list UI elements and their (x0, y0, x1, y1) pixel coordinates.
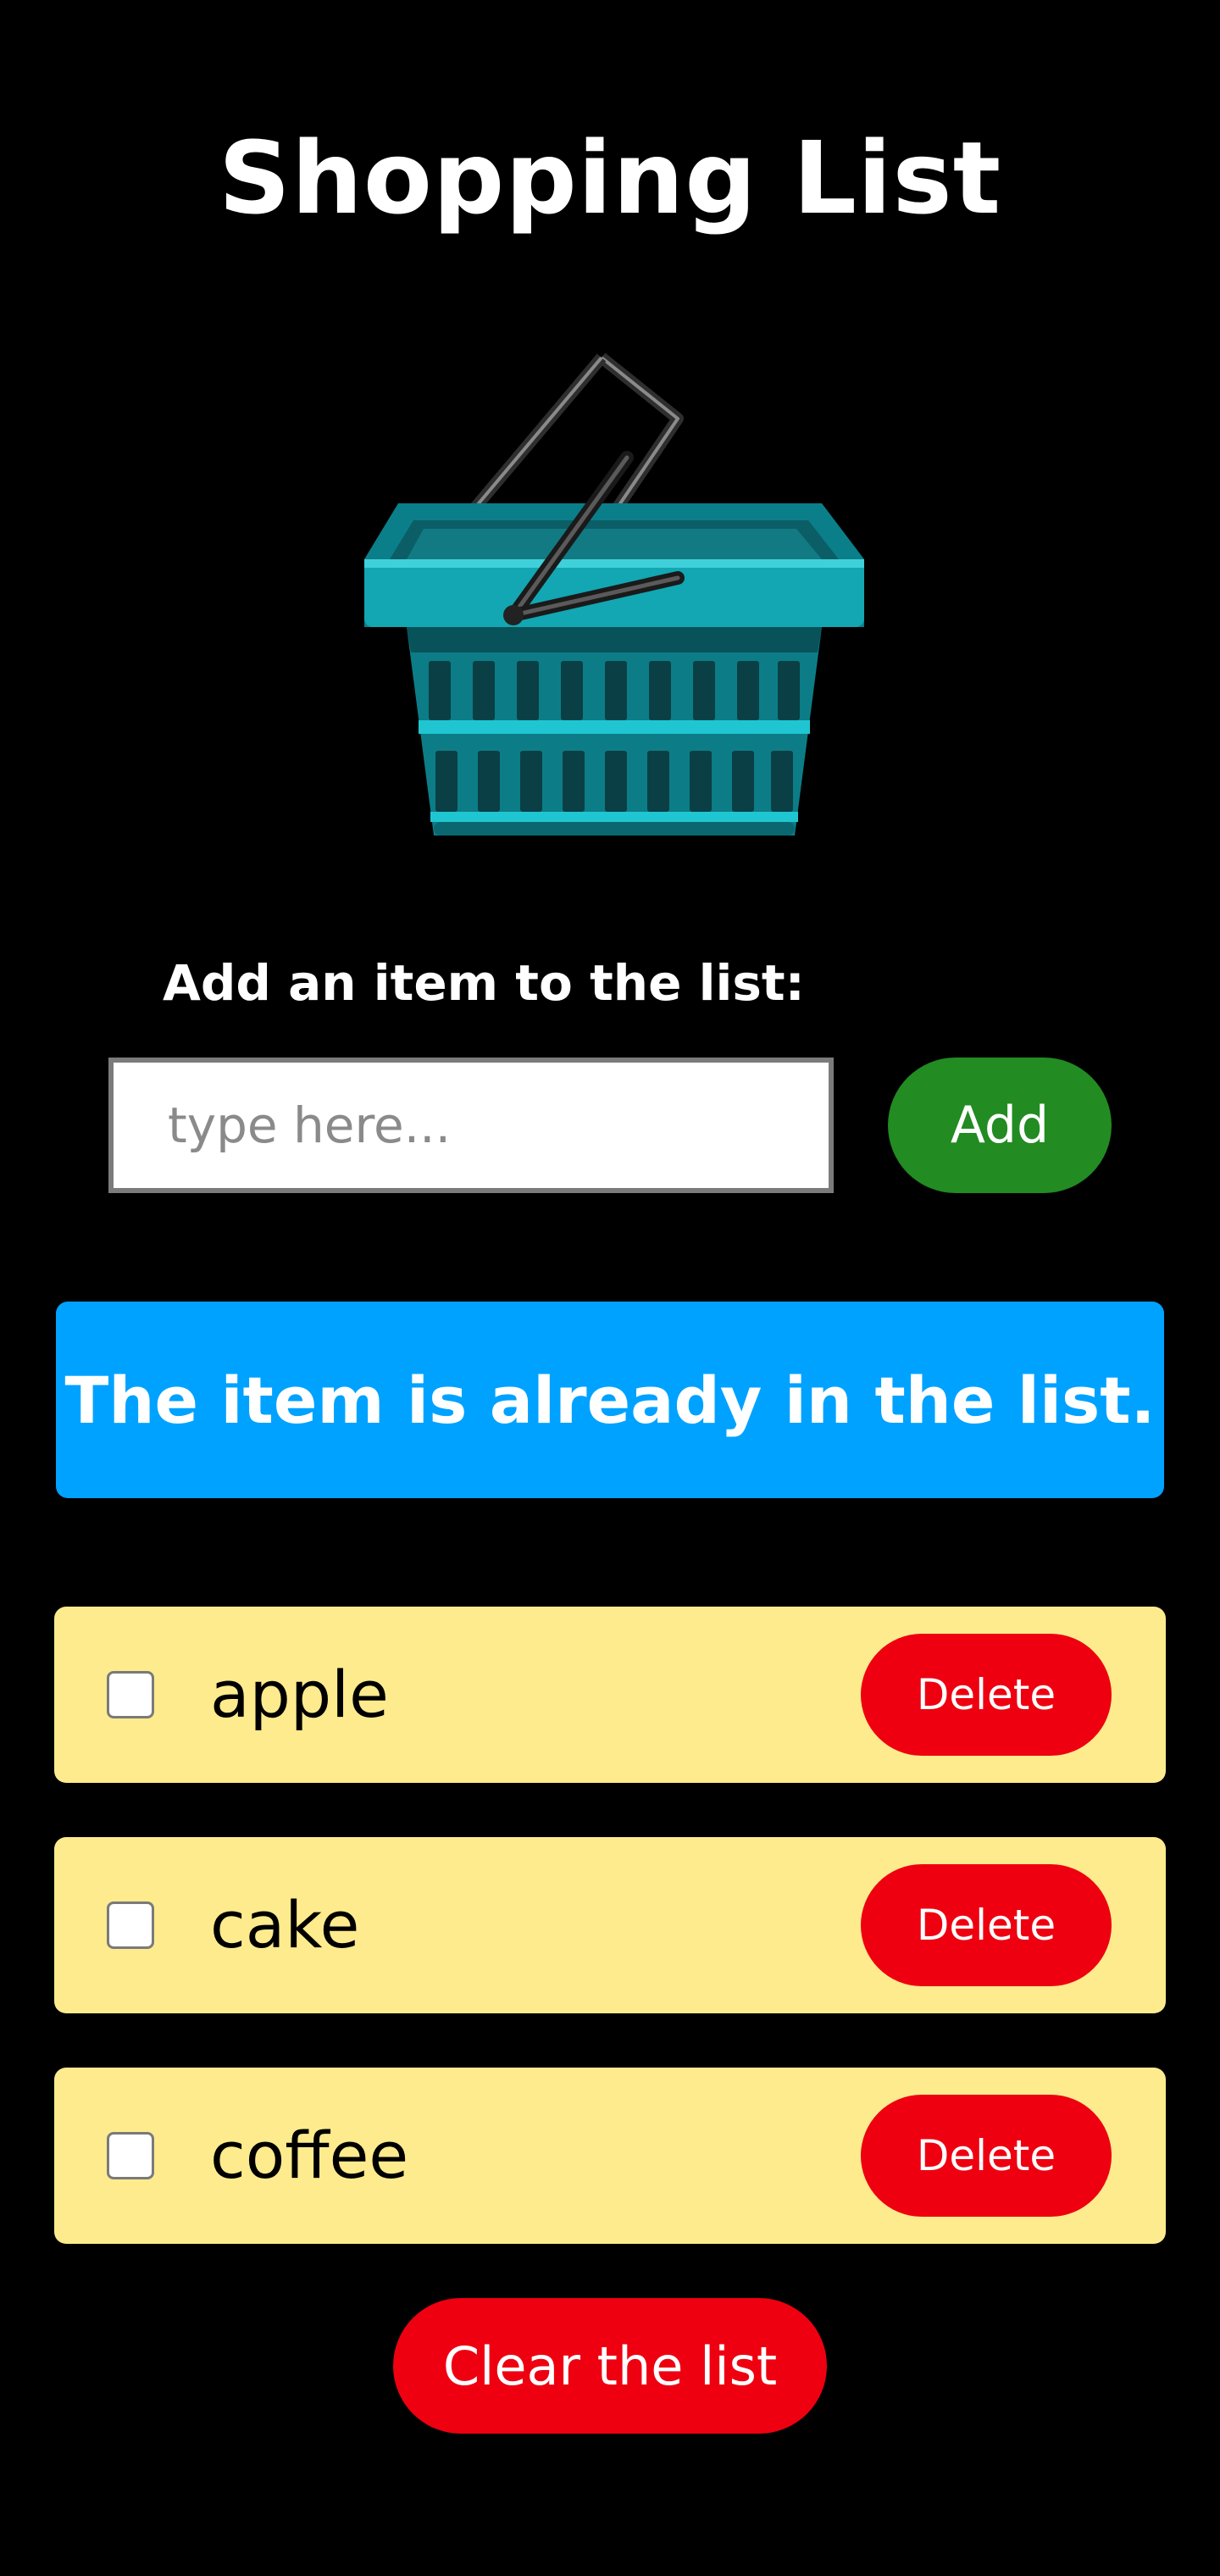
page-title: Shopping List (218, 119, 1002, 236)
delete-button[interactable]: Delete (861, 1864, 1112, 1986)
list-item: cake Delete (54, 1837, 1166, 2013)
item-checkbox[interactable] (107, 2132, 154, 2179)
item-checkbox[interactable] (107, 1901, 154, 1949)
list-item: apple Delete (54, 1607, 1166, 1783)
add-item-label: Add an item to the list: (163, 954, 805, 1012)
shopping-basket-icon (364, 353, 864, 836)
status-message: The item is already in the list. (56, 1302, 1164, 1498)
shopping-list: apple Delete cake Delete coffee Delete (54, 1607, 1166, 2298)
item-text: coffee (210, 2118, 409, 2193)
list-item: coffee Delete (54, 2068, 1166, 2244)
add-button[interactable]: Add (888, 1058, 1112, 1193)
item-checkbox[interactable] (107, 1671, 154, 1718)
item-input[interactable] (108, 1058, 834, 1193)
delete-button[interactable]: Delete (861, 2095, 1112, 2217)
clear-list-button[interactable]: Clear the list (393, 2298, 827, 2434)
delete-button[interactable]: Delete (861, 1634, 1112, 1756)
item-text: apple (210, 1657, 389, 1732)
item-text: cake (210, 1887, 360, 1963)
